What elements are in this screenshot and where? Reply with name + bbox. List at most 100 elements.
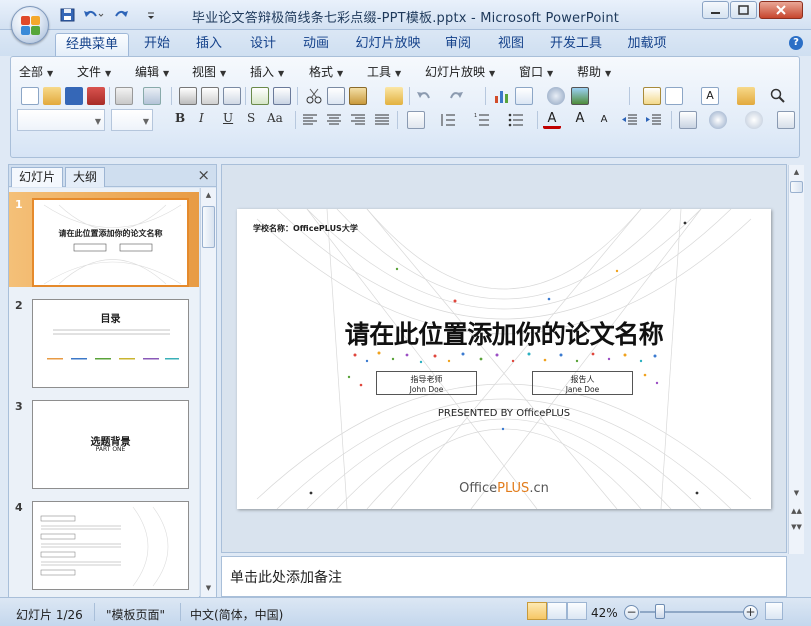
research-icon[interactable] xyxy=(273,87,291,105)
font-name-combo[interactable]: ▼ xyxy=(17,109,105,131)
menu-help[interactable]: 帮助 ▼ xyxy=(577,63,611,80)
text-direction-icon[interactable] xyxy=(407,111,425,129)
notes-pane[interactable]: 单击此处添加备注 xyxy=(221,556,787,597)
menu-slideshow[interactable]: 幻灯片放映 ▼ xyxy=(425,63,495,80)
zoom-out-button[interactable]: − xyxy=(624,605,639,620)
close-window-button[interactable] xyxy=(759,1,803,19)
menu-format[interactable]: 格式 ▼ xyxy=(309,63,343,80)
tab-view[interactable]: 视图 xyxy=(492,33,530,56)
reporter-box[interactable]: 报告人 Jane Doe xyxy=(532,371,633,395)
slide-thumbnail[interactable]: 目录 xyxy=(32,299,189,388)
print-area-icon[interactable] xyxy=(223,87,241,105)
shrink-font-icon[interactable]: A xyxy=(595,111,613,129)
slide-scrollbar[interactable]: ▲ ▼ ▲▲ ▼▼ xyxy=(788,165,804,554)
advisor-box[interactable]: 指导老师 John Doe xyxy=(376,371,477,395)
align-center-icon[interactable] xyxy=(325,111,343,129)
slide-thumbnail[interactable]: 请在此位置添加你的论文名称 xyxy=(32,198,189,287)
undo-icon[interactable] xyxy=(415,87,433,105)
help-icon[interactable]: ? xyxy=(789,36,803,50)
format-painter-icon[interactable] xyxy=(385,87,403,105)
thumbnail-row[interactable]: 4 xyxy=(9,495,199,590)
clipart-icon[interactable] xyxy=(547,87,565,105)
table-icon[interactable] xyxy=(515,87,533,105)
save-icon[interactable] xyxy=(65,87,83,105)
open-folder-icon[interactable] xyxy=(737,87,755,105)
scroll-thumb[interactable] xyxy=(202,206,215,248)
minimize-button[interactable] xyxy=(702,1,729,19)
close-icon[interactable]: × xyxy=(197,168,210,183)
previous-slide-icon[interactable]: ▲▲ xyxy=(790,505,803,518)
slide-thumbnail[interactable]: 选题背景 PART ONE xyxy=(32,400,189,489)
tab-developer[interactable]: 开发工具 xyxy=(545,33,607,56)
menu-edit[interactable]: 编辑 ▼ xyxy=(135,63,169,80)
picture-icon[interactable] xyxy=(571,87,589,105)
tab-home[interactable]: 开始 xyxy=(138,33,176,56)
current-slide[interactable]: 学校名称：OfficePLUS大学 请在此位置添加你的论文名称 指导老师 Joh… xyxy=(237,209,771,509)
increase-indent-icon[interactable] xyxy=(645,111,663,129)
scroll-thumb[interactable] xyxy=(790,181,803,193)
tab-review[interactable]: 审阅 xyxy=(439,33,477,56)
new-icon[interactable] xyxy=(21,87,39,105)
copy-icon[interactable] xyxy=(327,87,345,105)
fit-to-window-button[interactable] xyxy=(765,602,783,620)
cut-icon[interactable] xyxy=(305,87,323,105)
shape-fill-icon[interactable] xyxy=(777,111,795,129)
scroll-up-icon[interactable]: ▲ xyxy=(202,189,215,202)
slide-sorter-button[interactable] xyxy=(547,602,567,620)
menu-window[interactable]: 窗口 ▼ xyxy=(519,63,553,80)
scroll-down-icon[interactable]: ▼ xyxy=(202,582,215,595)
publish-icon[interactable] xyxy=(143,87,161,105)
tab-design[interactable]: 设计 xyxy=(244,33,282,56)
change-case-button[interactable]: Aa xyxy=(267,111,283,125)
shape-effects-icon[interactable] xyxy=(745,111,763,129)
align-left-icon[interactable] xyxy=(301,111,319,129)
chart-icon[interactable] xyxy=(493,87,511,105)
tab-animation[interactable]: 动画 xyxy=(297,33,335,56)
decrease-indent-icon[interactable] xyxy=(621,111,639,129)
permission-icon[interactable] xyxy=(87,87,105,105)
spelling-icon[interactable] xyxy=(251,87,269,105)
underline-button[interactable]: U xyxy=(223,111,233,125)
align-right-icon[interactable] xyxy=(349,111,367,129)
bullets-icon[interactable] xyxy=(507,111,525,129)
redo-icon[interactable] xyxy=(447,87,465,105)
normal-view-button[interactable] xyxy=(527,602,547,620)
open-icon[interactable] xyxy=(43,87,61,105)
thumbnails-scrollbar[interactable]: ▲ ▼ xyxy=(200,188,216,597)
language-indicator[interactable]: 中文(简体，中国) xyxy=(190,606,283,623)
menu-insert[interactable]: 插入 ▼ xyxy=(250,63,284,80)
thumbnail-row[interactable]: 2 目录 xyxy=(9,293,199,388)
tab-classic-menu[interactable]: 经典菜单 xyxy=(55,33,129,56)
notes-placeholder[interactable]: 单击此处添加备注 xyxy=(230,567,342,587)
layout-icon[interactable] xyxy=(665,87,683,105)
email-icon[interactable] xyxy=(115,87,133,105)
shadow-button[interactable]: S xyxy=(247,111,255,125)
paste-icon[interactable] xyxy=(349,87,367,105)
slide-thumbnail[interactable] xyxy=(32,501,189,590)
menu-tools[interactable]: 工具 ▼ xyxy=(367,63,401,80)
justify-icon[interactable] xyxy=(373,111,391,129)
arrange-icon[interactable] xyxy=(679,111,697,129)
slide-title[interactable]: 请在此位置添加你的论文名称 xyxy=(237,315,771,351)
new-slide-icon[interactable] xyxy=(643,87,661,105)
print-icon[interactable] xyxy=(179,87,197,105)
office-button[interactable] xyxy=(11,6,49,44)
print-preview-icon[interactable] xyxy=(201,87,219,105)
italic-button[interactable]: I xyxy=(199,111,204,125)
next-slide-icon[interactable]: ▼▼ xyxy=(790,521,803,534)
menu-file[interactable]: 文件 ▼ xyxy=(77,63,111,80)
tab-addins[interactable]: 加载项 xyxy=(622,33,672,56)
scroll-up-icon[interactable]: ▲ xyxy=(790,166,803,179)
font-size-combo[interactable]: ▼ xyxy=(111,109,153,131)
line-spacing-icon[interactable] xyxy=(439,111,457,129)
find-icon[interactable] xyxy=(769,87,787,105)
menu-all[interactable]: 全部 ▼ xyxy=(19,63,53,80)
maximize-button[interactable] xyxy=(730,1,757,19)
tab-slides[interactable]: 幻灯片 xyxy=(11,167,64,187)
textbox-icon[interactable]: A xyxy=(701,87,719,105)
zoom-level[interactable]: 42% xyxy=(591,606,618,620)
slideshow-view-button[interactable] xyxy=(567,602,587,620)
zoom-in-button[interactable]: + xyxy=(743,605,758,620)
scroll-down-icon[interactable]: ▼ xyxy=(790,487,803,500)
thumbnail-row[interactable]: 3 选题背景 PART ONE xyxy=(9,394,199,489)
